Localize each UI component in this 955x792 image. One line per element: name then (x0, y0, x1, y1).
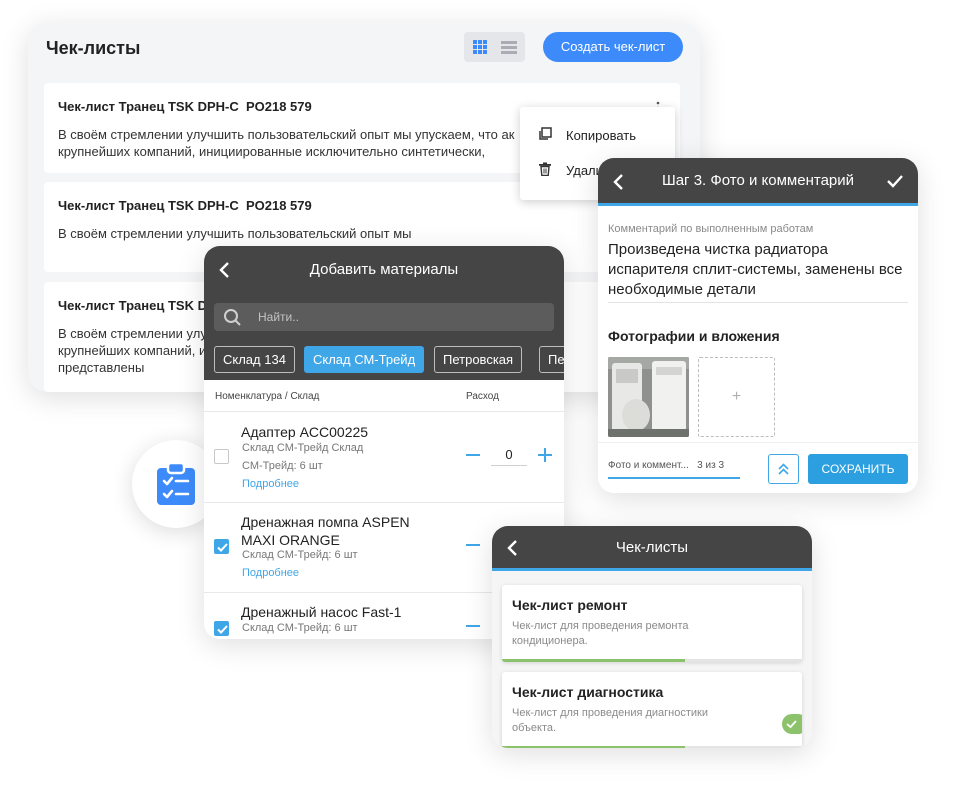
step3-footer: Фото и коммент... 3 из 3 СОХРАНИТЬ (598, 442, 918, 493)
material-checkbox[interactable] (214, 449, 229, 464)
footer-counter: 3 из 3 (697, 460, 725, 471)
view-toggle[interactable] (464, 32, 525, 62)
screen-title: Чек-листы (615, 539, 689, 556)
screen-title: Добавить материалы (309, 261, 459, 278)
material-checkbox-checked[interactable] (214, 539, 229, 554)
warehouse-chip[interactable]: Петровская (434, 346, 523, 373)
copy-icon (539, 127, 552, 140)
divider (608, 302, 908, 303)
checkmark-icon (217, 625, 228, 634)
warehouse-chip[interactable]: Склад 134 (214, 346, 295, 373)
material-warehouse: Склад СМ-Трейд: 6 шт (242, 549, 358, 561)
table-header: Номенклатура / Склад Расход (204, 380, 564, 412)
material-name: Дренажный насос Fast-1 (241, 604, 402, 620)
checklist-card[interactable]: Чек-лист диагностика Чек-лист для провед… (502, 672, 802, 748)
details-link[interactable]: Подробнее (242, 567, 299, 579)
grid-view-icon[interactable] (472, 39, 488, 55)
search-input[interactable]: Найти.. (214, 303, 554, 331)
increment-button-vertical[interactable] (544, 448, 546, 462)
checkmark-icon (217, 543, 228, 552)
checklist-title: Чек-лист диагностика (512, 684, 664, 700)
material-warehouse: Склад СМ-Трейд Склад (242, 442, 364, 454)
clipboard-checklist-icon (157, 462, 195, 505)
add-photo-button[interactable]: + (698, 357, 775, 437)
warehouse-chip-active[interactable]: Склад СМ-Трейд (304, 346, 425, 373)
checklist-description: Чек-лист для проведения ремонта кондицио… (512, 620, 689, 647)
collapse-up-button[interactable] (768, 454, 799, 484)
checklist-row-title: Чек-лист Транец TSK DPH-C PO218 579 (58, 198, 312, 213)
footer-tab-underline (608, 477, 740, 479)
checklist-title: Чек-лист ремонт (512, 597, 628, 613)
material-checkbox-checked[interactable] (214, 621, 229, 636)
search-placeholder: Найти.. (258, 310, 299, 324)
decrement-button[interactable] (466, 625, 480, 627)
screen-title: Шаг 3. Фото и комментарий (661, 172, 855, 189)
checklists-body: Чек-лист ремонт Чек-лист для проведения … (492, 571, 812, 748)
save-button[interactable]: СОХРАНИТЬ (808, 454, 908, 484)
footer-tab[interactable]: Фото и коммент... 3 из 3 (608, 460, 724, 471)
details-link[interactable]: Подробнее (242, 478, 299, 490)
warehouse-chip[interactable]: Пе (539, 346, 564, 373)
checkmark-icon (786, 720, 797, 729)
decrement-button[interactable] (466, 544, 480, 546)
progress-bar (502, 746, 685, 748)
page-title: Чек-листы (46, 38, 141, 58)
checklist-description: Чек-лист для проведения диагностики объе… (512, 707, 709, 734)
progress-bar (502, 659, 685, 662)
checklist-row-description: В своём стремлении улучшить пользователь… (58, 225, 666, 242)
material-name: Дренажная помпа ASPEN MAXI ORANGE (241, 514, 410, 548)
checklist-card[interactable]: Чек-лист ремонт Чек-лист для проведения … (502, 585, 802, 662)
checklists-header: Чек-листы (492, 526, 812, 568)
menu-item-label: Копировать (566, 128, 636, 143)
air-conditioner-photo (608, 357, 689, 437)
material-row[interactable]: Адаптер ACC00225 Склад СМ-Трейд Склад СМ… (204, 412, 564, 503)
collapse-up-icon (778, 463, 789, 475)
photo-thumbnail[interactable] (608, 357, 689, 437)
quantity-input[interactable]: 0 (491, 447, 527, 466)
search-area: Найти.. Склад 134 Склад СМ-Трейд Петровс… (204, 294, 564, 380)
material-stock: СМ-Трейд: 6 шт (242, 460, 323, 472)
column-name: Номенклатура / Склад (215, 391, 320, 402)
comment-field[interactable]: Произведена чистка радиатора испарителя … (608, 240, 908, 300)
trash-icon (539, 162, 551, 176)
search-icon (224, 309, 241, 326)
comment-label: Комментарий по выполненным работам (608, 223, 814, 235)
header-accent-line (598, 203, 918, 206)
list-view-icon[interactable] (501, 39, 517, 55)
column-qty: Расход (466, 391, 499, 402)
checklists-mobile-screen: Чек-листы Чек-лист ремонт Чек-лист для п… (492, 526, 812, 748)
material-warehouse: Склад СМ-Трейд: 6 шт (242, 622, 358, 634)
completed-badge (782, 714, 802, 734)
create-checklist-button[interactable]: Создать чек-лист (543, 32, 683, 62)
checkmark-icon[interactable] (886, 172, 904, 190)
photos-heading: Фотографии и вложения (608, 328, 780, 344)
decrement-button[interactable] (466, 454, 480, 456)
materials-header: Добавить материалы (204, 246, 564, 294)
description-line: В своём стремлении улучшить пользователь… (58, 226, 412, 241)
step3-photo-comment-screen: Шаг 3. Фото и комментарий Комментарий по… (598, 158, 918, 493)
footer-tab-label: Фото и коммент... (608, 460, 689, 471)
material-name: Адаптер ACC00225 (241, 424, 369, 440)
step3-header: Шаг 3. Фото и комментарий (598, 158, 918, 203)
